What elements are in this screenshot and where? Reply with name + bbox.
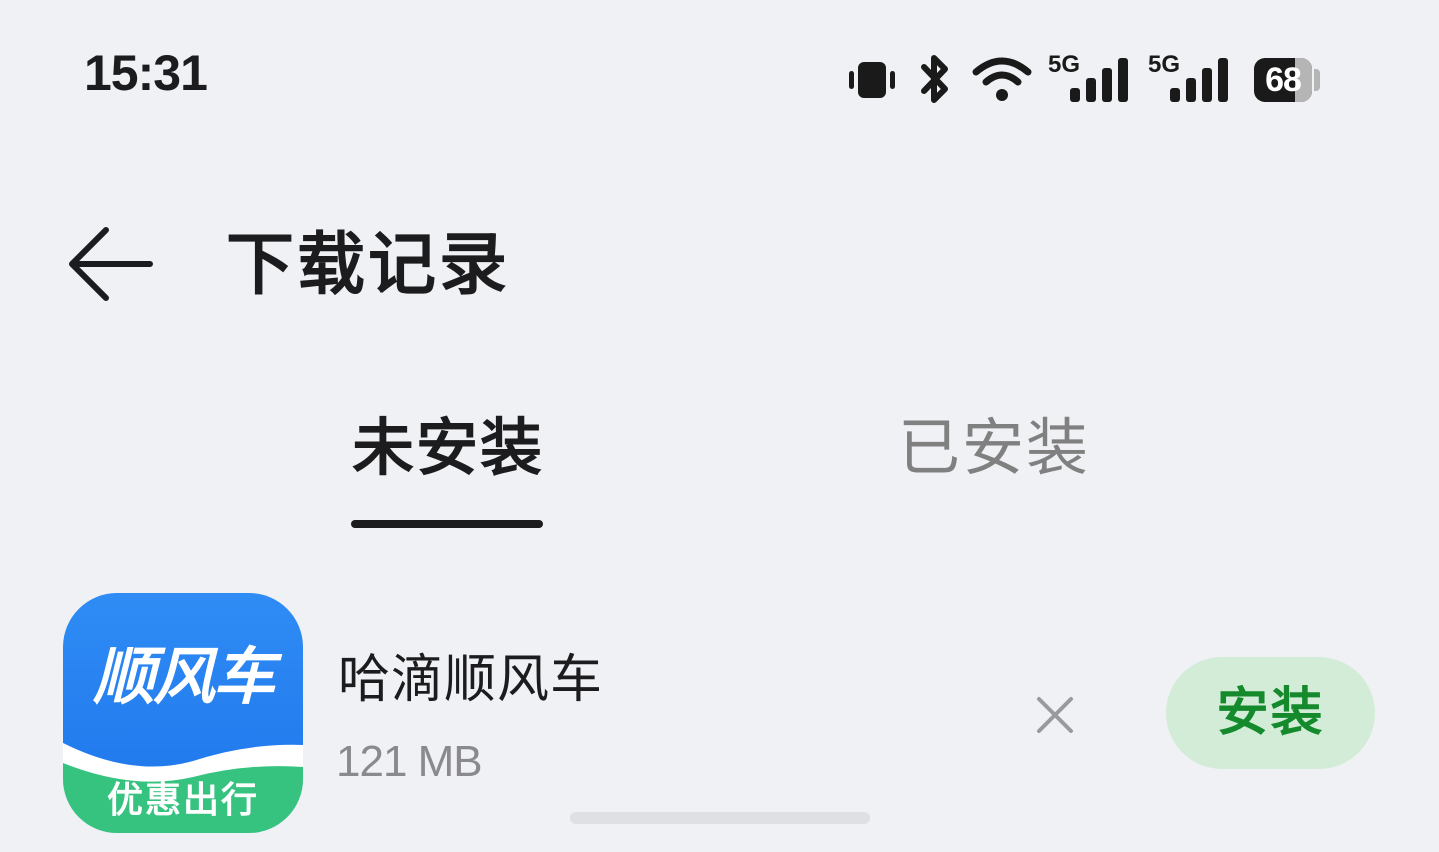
signal-5g-icon: 5G [1148, 52, 1228, 102]
tab-not-installed[interactable]: 未安装 [352, 410, 544, 486]
page-title: 下载记录 [226, 226, 511, 305]
active-tab-indicator [351, 520, 543, 528]
app-size: 121 MB [336, 737, 483, 786]
app-icon: 顺风车 优惠出行 [63, 593, 303, 833]
svg-text:5G: 5G [1048, 52, 1080, 78]
app-name: 哈滴顺风车 [338, 650, 604, 710]
install-button[interactable]: 安装 [1166, 657, 1375, 769]
delete-download-button[interactable] [1030, 690, 1080, 740]
status-icons: 5G 5G 68 [840, 52, 1350, 108]
bluetooth-icon [921, 55, 948, 103]
svg-text:5G: 5G [1148, 52, 1180, 78]
app-icon-title: 顺风车 [92, 640, 275, 713]
arrow-left-icon [69, 227, 153, 301]
battery-tip [1314, 69, 1320, 91]
signal-5g-icon: 5G [1048, 52, 1128, 102]
tab-installed[interactable]: 已安装 [898, 410, 1090, 486]
close-icon [1037, 697, 1073, 733]
wifi-icon [972, 57, 1032, 101]
battery-icon: 68 [1254, 58, 1312, 102]
vibrate-icon [849, 62, 895, 98]
home-indicator [570, 812, 870, 824]
app-icon-subtitle: 优惠出行 [106, 780, 259, 821]
status-time: 15:31 [84, 45, 208, 101]
battery-level: 68 [1265, 61, 1302, 99]
back-button[interactable] [62, 222, 158, 306]
